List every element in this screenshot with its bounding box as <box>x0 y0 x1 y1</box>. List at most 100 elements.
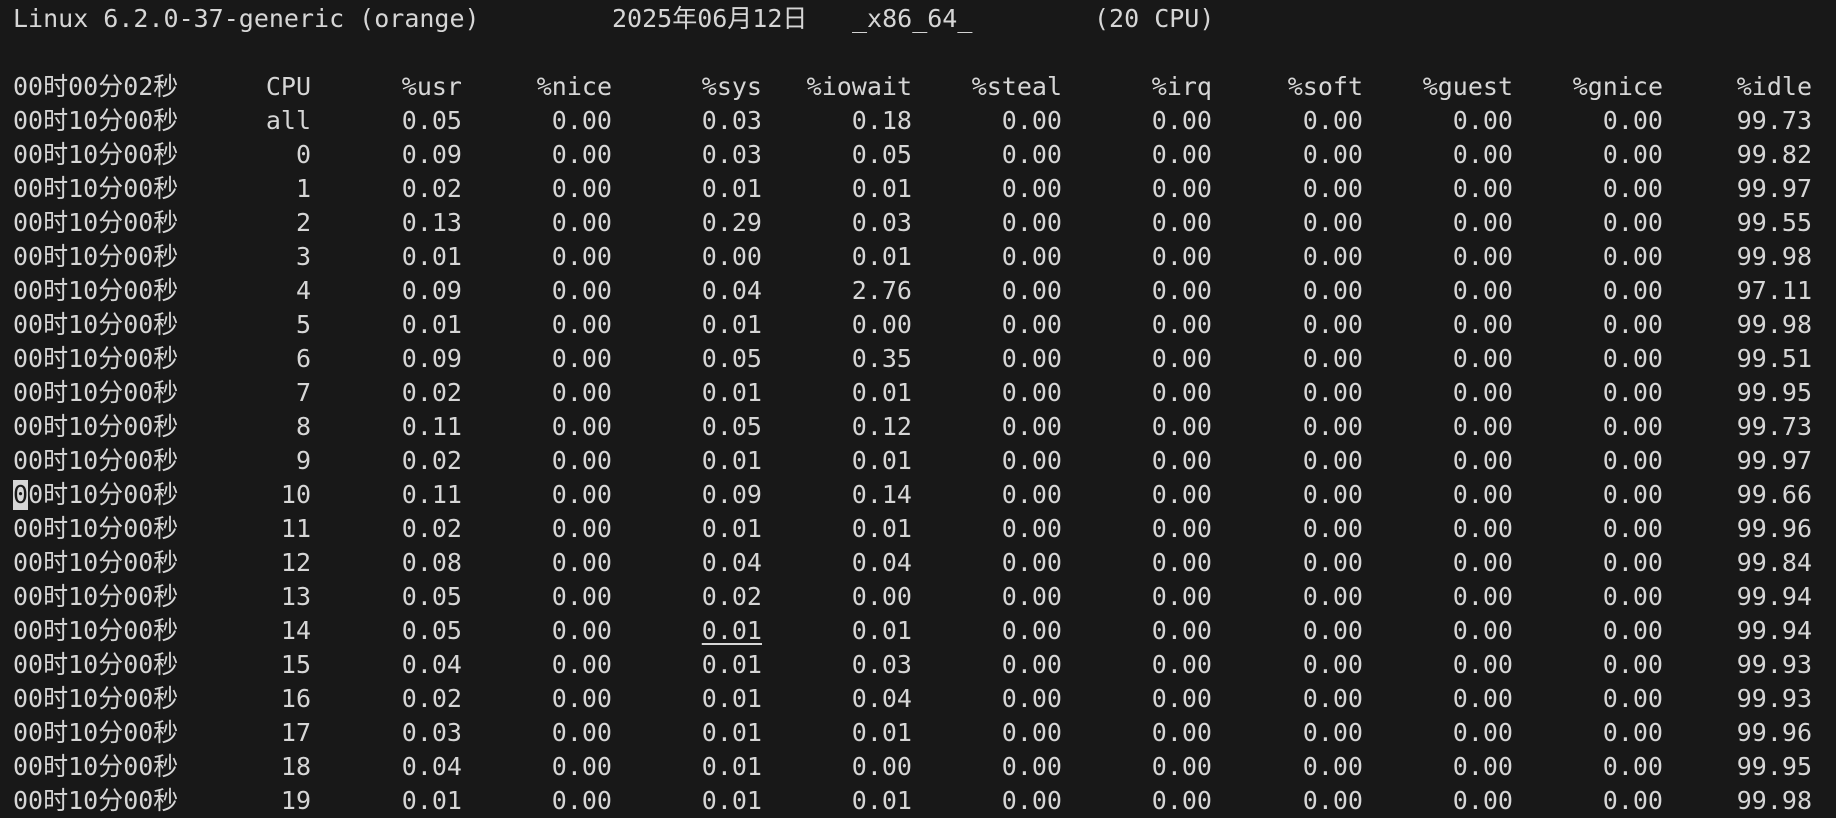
cell-usr: 0.05 <box>401 106 462 135</box>
cell-sys: 0.04 <box>701 548 762 577</box>
cell-sys: 0.05 <box>701 344 762 373</box>
cell-cpu: 6 <box>295 344 311 373</box>
cell-steal: 0.00 <box>1001 480 1062 509</box>
cell-idle: 99.66 <box>1736 480 1812 509</box>
cell-nice: 0.00 <box>551 106 612 135</box>
cell-sys: 0.01 <box>701 650 762 679</box>
cell-guest: 0.00 <box>1452 480 1513 509</box>
row-time: 00时10分00秒 <box>13 412 179 441</box>
table-row: 00时10分00秒 17 0.03 0.00 0.01 0.01 0.00 0.00 0.00 0… <box>0 716 1836 750</box>
cell-soft: 0.00 <box>1302 412 1363 441</box>
cell-cpu: 12 <box>280 548 311 577</box>
column-header-steal: %steal <box>971 72 1062 101</box>
cell-idle: 99.96 <box>1736 514 1812 543</box>
cell-idle: 99.98 <box>1736 786 1812 815</box>
terminal-output[interactable]: Linux 6.2.0-37-generic (orange) 2025年06月… <box>0 0 1836 815</box>
cell-nice: 0.00 <box>551 412 612 441</box>
cell-gnice: 0.00 <box>1602 140 1663 169</box>
cell-idle: 99.98 <box>1736 242 1812 271</box>
cell-steal: 0.00 <box>1001 718 1062 747</box>
cell-iowait: 0.01 <box>851 174 912 203</box>
column-header-cpu: CPU <box>265 72 311 101</box>
cell-nice: 0.00 <box>551 616 612 645</box>
row-time: 00时10分00秒 <box>13 480 178 510</box>
cell-soft: 0.00 <box>1302 752 1363 781</box>
cell-nice: 0.00 <box>551 786 612 815</box>
cell-guest: 0.00 <box>1452 412 1513 441</box>
cell-guest: 0.00 <box>1452 140 1513 169</box>
architecture: _x86_64_ <box>852 4 973 33</box>
cell-irq: 0.00 <box>1151 718 1212 747</box>
cell-sys: 0.01 <box>701 684 762 713</box>
cell-cpu: 4 <box>295 276 311 305</box>
column-header-irq: %irq <box>1151 72 1212 101</box>
column-header-nice: %nice <box>536 72 612 101</box>
cell-steal: 0.00 <box>1001 106 1062 135</box>
column-header-soft: %soft <box>1287 72 1363 101</box>
cell-guest: 0.00 <box>1452 208 1513 237</box>
cell-cpu: 8 <box>295 412 311 441</box>
cell-gnice: 0.00 <box>1602 786 1663 815</box>
table-row: 00时10分00秒 16 0.02 0.00 0.01 0.04 0.00 0.00 0.00 0… <box>0 682 1836 716</box>
cell-sys: 0.01 <box>701 514 762 543</box>
cell-soft: 0.00 <box>1302 582 1363 611</box>
cell-idle: 99.51 <box>1736 344 1812 373</box>
cell-usr: 0.05 <box>401 582 462 611</box>
cell-nice: 0.00 <box>551 310 612 339</box>
cell-soft: 0.00 <box>1302 684 1363 713</box>
row-time: 00时10分00秒 <box>13 378 179 407</box>
cell-idle: 99.73 <box>1736 412 1812 441</box>
cell-nice: 0.00 <box>551 208 612 237</box>
cell-iowait: 0.00 <box>851 582 912 611</box>
row-time: 00时10分00秒 <box>13 446 179 475</box>
cell-iowait: 0.04 <box>851 548 912 577</box>
cell-steal: 0.00 <box>1001 752 1062 781</box>
cell-iowait: 0.01 <box>851 446 912 475</box>
cell-idle: 99.84 <box>1736 548 1812 577</box>
table-row: 00时10分00秒 15 0.04 0.00 0.01 0.03 0.00 0.00 0.00 0… <box>0 648 1836 682</box>
cell-guest: 0.00 <box>1452 752 1513 781</box>
cell-usr: 0.02 <box>401 378 462 407</box>
cell-steal: 0.00 <box>1001 208 1062 237</box>
table-row: 00时10分00秒 18 0.04 0.00 0.01 0.00 0.00 0.00 0.00 0… <box>0 750 1836 784</box>
cell-sys: 0.03 <box>701 106 762 135</box>
row-time: 00时10分00秒 <box>13 106 179 135</box>
cell-soft: 0.00 <box>1302 208 1363 237</box>
cell-sys: 0.01 <box>701 752 762 781</box>
cell-nice: 0.00 <box>551 718 612 747</box>
row-time: 00时10分00秒 <box>13 684 179 713</box>
cell-sys: 0.01 <box>701 616 762 645</box>
cell-usr: 0.09 <box>401 276 462 305</box>
cell-usr: 0.01 <box>401 786 462 815</box>
cell-cpu: 16 <box>280 684 311 713</box>
cell-soft: 0.00 <box>1302 446 1363 475</box>
cell-steal: 0.00 <box>1001 514 1062 543</box>
cell-cpu: 3 <box>295 242 311 271</box>
cell-iowait: 0.00 <box>851 752 912 781</box>
table-row: 00时10分00秒 2 0.13 0.00 0.29 0.03 0.00 0.00 0.00 0.… <box>0 206 1836 240</box>
cell-cpu: 7 <box>295 378 311 407</box>
cell-cpu: 18 <box>280 752 311 781</box>
cell-cpu: all <box>265 106 311 135</box>
cell-gnice: 0.00 <box>1602 344 1663 373</box>
cell-iowait: 0.01 <box>851 242 912 271</box>
cell-sys: 0.01 <box>701 718 762 747</box>
row-time: 00时10分00秒 <box>13 242 179 271</box>
table-row: 00时10分00秒 13 0.05 0.00 0.02 0.00 0.00 0.00 0.00 0… <box>0 580 1836 614</box>
table-row: 00时10分00秒 14 0.05 0.00 0.01 0.01 0.00 0.00 0.00 0… <box>0 614 1836 648</box>
cell-cpu: 1 <box>295 174 311 203</box>
cell-idle: 99.97 <box>1736 174 1812 203</box>
cell-guest: 0.00 <box>1452 548 1513 577</box>
cell-cpu: 9 <box>295 446 311 475</box>
cell-guest: 0.00 <box>1452 446 1513 475</box>
row-time: 00时10分00秒 <box>13 752 179 781</box>
cell-sys: 0.04 <box>701 276 762 305</box>
table-row: 00时10分00秒 5 0.01 0.00 0.01 0.00 0.00 0.00 0.00 0.… <box>0 308 1836 342</box>
cell-steal: 0.00 <box>1001 378 1062 407</box>
cell-guest: 0.00 <box>1452 344 1513 373</box>
cell-usr: 0.09 <box>401 140 462 169</box>
cell-iowait: 2.76 <box>851 276 912 305</box>
cell-sys: 0.00 <box>701 242 762 271</box>
row-time: 00时10分00秒 <box>13 208 179 237</box>
cell-nice: 0.00 <box>551 684 612 713</box>
